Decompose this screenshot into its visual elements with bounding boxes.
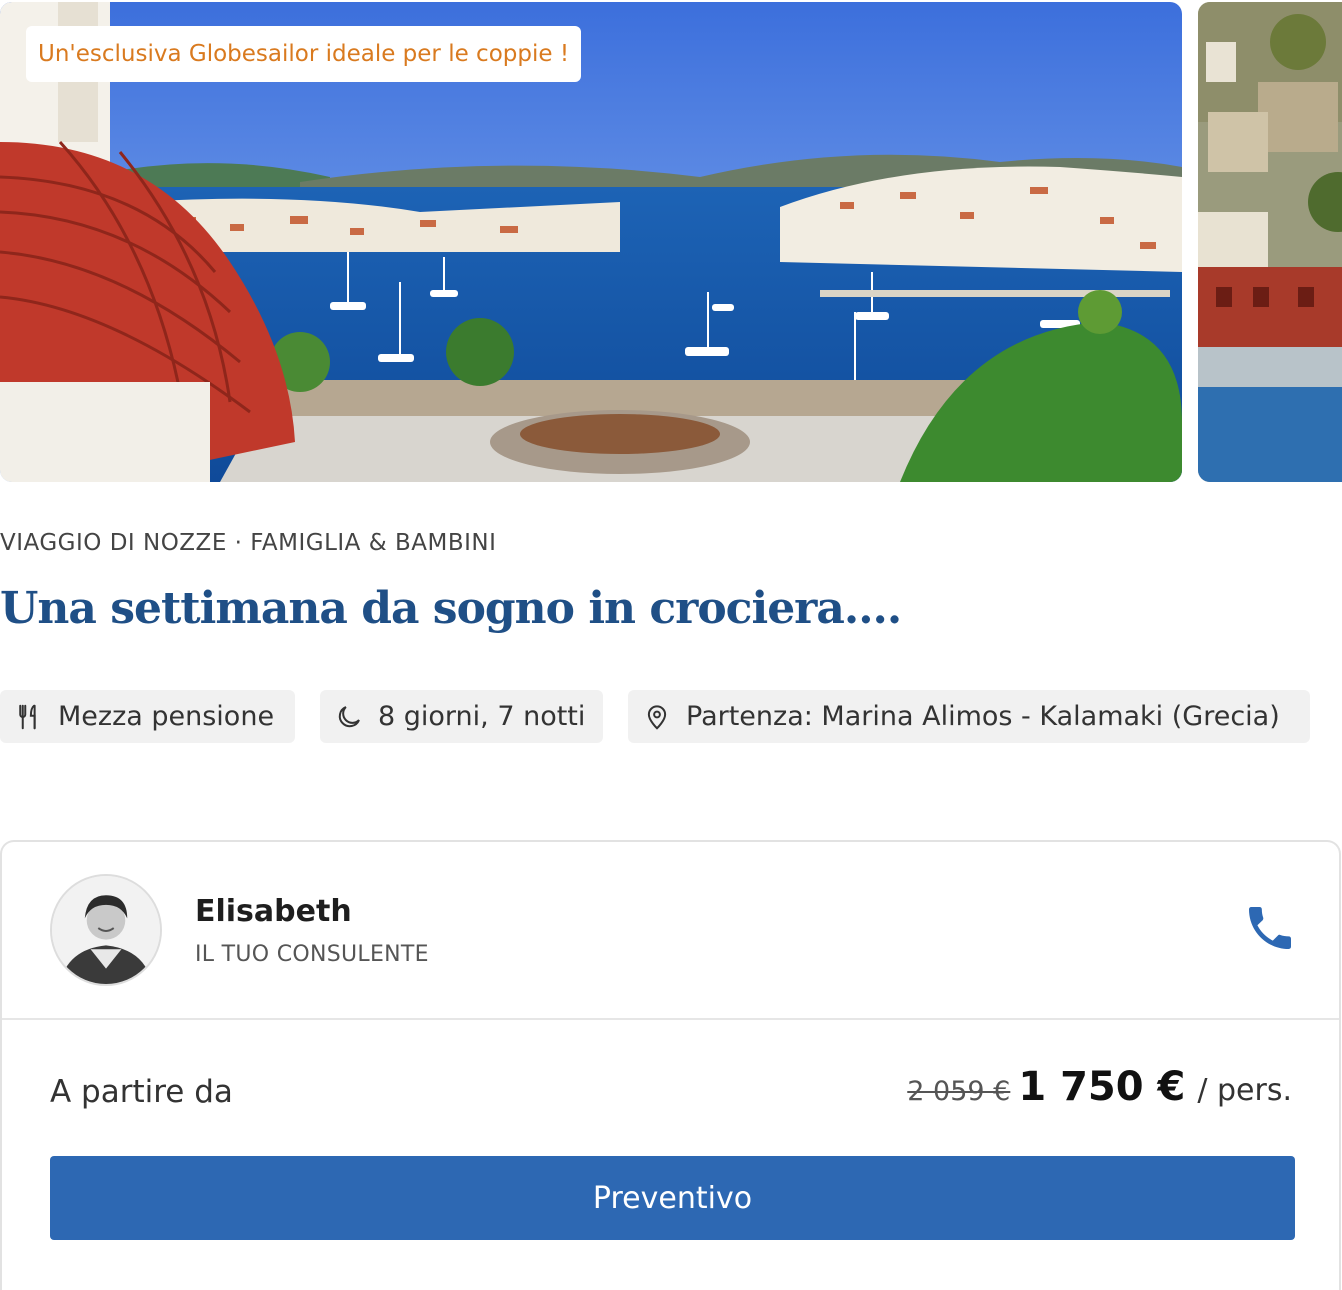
consultant-section: Elisabeth IL TUO CONSULENTE bbox=[2, 842, 1339, 1020]
feature-label: 8 giorni, 7 notti bbox=[378, 701, 586, 732]
next-photo[interactable] bbox=[1198, 2, 1342, 482]
consultant-role: IL TUO CONSULENTE bbox=[195, 942, 429, 967]
avatar-image bbox=[52, 876, 160, 984]
feature-chip-board: Mezza pensione bbox=[0, 690, 295, 743]
quote-button[interactable]: Preventivo bbox=[50, 1156, 1295, 1240]
phone-icon bbox=[1249, 907, 1291, 949]
feature-chip-duration: 8 giorni, 7 notti bbox=[320, 690, 603, 743]
trip-title: Una settimana da sogno in crociera.... bbox=[0, 583, 902, 634]
price-unit: / pers. bbox=[1197, 1073, 1292, 1108]
price-section: A partire da 2 059 € 1 750 € / pers. bbox=[2, 1042, 1339, 1142]
call-button[interactable] bbox=[1242, 900, 1298, 956]
village-photo bbox=[1198, 2, 1342, 482]
feature-chip-departure: Partenza: Marina Alimos - Kalamaki (Grec… bbox=[628, 690, 1310, 743]
photo-gallery[interactable]: Un'esclusiva Globesailor ideale per le c… bbox=[0, 0, 1342, 482]
utensils-icon bbox=[19, 704, 36, 729]
price-display: 2 059 € 1 750 € / pers. bbox=[907, 1064, 1292, 1110]
feature-label: Partenza: Marina Alimos - Kalamaki (Grec… bbox=[686, 701, 1280, 732]
exclusive-badge: Un'esclusiva Globesailor ideale per le c… bbox=[26, 26, 582, 82]
moon-icon bbox=[338, 705, 360, 727]
map-pin-icon bbox=[647, 704, 667, 730]
price-from-label: A partire da bbox=[50, 1074, 233, 1110]
trip-categories: Viaggio di nozze · Famiglia & Bambini bbox=[0, 530, 497, 556]
consultant-name: Elisabeth bbox=[195, 894, 352, 929]
feature-label: Mezza pensione bbox=[58, 701, 275, 732]
current-price: 1 750 € bbox=[1018, 1064, 1186, 1110]
old-price: 2 059 € bbox=[907, 1076, 1011, 1107]
booking-card: Elisabeth IL TUO CONSULENTE A partire da… bbox=[0, 840, 1341, 1290]
consultant-avatar bbox=[50, 874, 162, 986]
